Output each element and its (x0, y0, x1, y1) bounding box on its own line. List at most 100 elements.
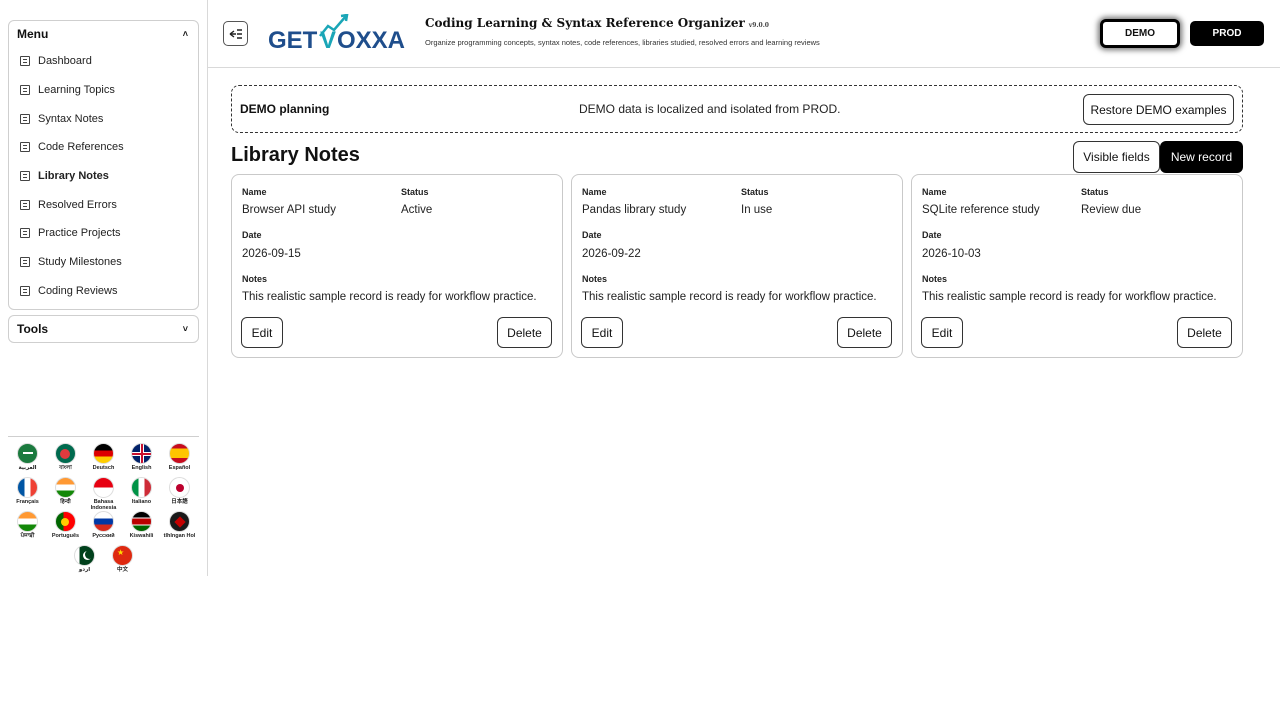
svg-text:GET: GET (268, 27, 318, 54)
status-label: Status (741, 187, 769, 197)
banner-title: DEMO planning (240, 102, 330, 116)
delete-button[interactable]: Delete (497, 317, 552, 348)
name-label: Name (242, 187, 267, 197)
language-selector: العربية বাংলা Deutsch English Español Fr… (8, 436, 199, 579)
kenya-flag-icon (131, 511, 152, 532)
language-portuguese[interactable]: Português (47, 511, 85, 545)
language-japanese[interactable]: 日本語 (161, 477, 199, 511)
sidebar-item-coding-reviews[interactable]: Coding Reviews (9, 277, 198, 306)
name-label: Name (922, 187, 947, 197)
svg-text:OXXA: OXXA (337, 27, 405, 54)
edit-button[interactable]: Edit (241, 317, 283, 348)
language-russian[interactable]: Русский (85, 511, 123, 545)
prod-env-button[interactable]: PROD (1190, 21, 1264, 46)
menu-panel: Menu ˄ Dashboard Learning Topics Syntax … (8, 20, 199, 310)
visible-fields-button[interactable]: Visible fields (1073, 141, 1160, 173)
language-swahili[interactable]: Kiswahili (123, 511, 161, 545)
document-icon (20, 85, 30, 96)
france-flag-icon (17, 477, 38, 498)
document-icon (20, 113, 30, 124)
name-label: Name (582, 187, 607, 197)
menu-title: Menu (17, 27, 49, 41)
record-notes: This realistic sample record is ready fo… (922, 291, 1217, 303)
language-arabic[interactable]: العربية (9, 443, 47, 477)
date-label: Date (582, 230, 602, 240)
app-version: v9.0.0 (748, 22, 769, 29)
sidebar-item-library-notes[interactable]: Library Notes (9, 162, 198, 191)
date-label: Date (922, 230, 942, 240)
sidebar-item-label: Resolved Errors (38, 198, 117, 211)
record-card: Name Status Browser API study Active Dat… (231, 174, 563, 358)
sidebar: Menu ˄ Dashboard Learning Topics Syntax … (0, 0, 208, 576)
record-date: 2026-10-03 (922, 248, 981, 260)
date-label: Date (242, 230, 262, 240)
edit-button[interactable]: Edit (581, 317, 623, 348)
language-klingon[interactable]: tlhIngan Hol (161, 511, 199, 545)
new-record-button[interactable]: New record (1160, 141, 1243, 173)
app-subtitle: Organize programming concepts, syntax no… (425, 38, 820, 47)
demo-env-button[interactable]: DEMO (1100, 19, 1180, 48)
collapse-sidebar-button[interactable] (223, 21, 248, 46)
russia-flag-icon (93, 511, 114, 532)
delete-button[interactable]: Delete (1177, 317, 1232, 348)
pakistan-flag-icon (74, 545, 95, 566)
tools-title: Tools (17, 322, 49, 336)
sidebar-item-dashboard[interactable]: Dashboard (9, 47, 198, 76)
tools-panel[interactable]: Tools ˅ (8, 315, 199, 343)
document-icon (20, 228, 30, 239)
document-icon (20, 171, 30, 182)
language-urdu[interactable]: اردو (66, 545, 104, 579)
sidebar-item-study-milestones[interactable]: Study Milestones (9, 248, 198, 277)
sidebar-item-practice-projects[interactable]: Practice Projects (9, 219, 198, 248)
menu-header[interactable]: Menu ˄ (9, 21, 198, 47)
restore-demo-button[interactable]: Restore DEMO examples (1083, 94, 1234, 125)
document-icon (20, 257, 30, 268)
language-punjabi[interactable]: ਪੰਜਾਬੀ (9, 511, 47, 545)
chevron-down-icon: ˅ (182, 324, 188, 334)
sidebar-item-syntax-notes[interactable]: Syntax Notes (9, 104, 198, 133)
language-chinese[interactable]: ★ 中文 (104, 545, 142, 579)
record-name: Pandas library study (582, 204, 687, 216)
language-bengali[interactable]: বাংলা (47, 443, 85, 477)
klingon-flag-icon (169, 511, 190, 532)
record-card: Name Status SQLite reference study Revie… (911, 174, 1243, 358)
language-spanish[interactable]: Español (161, 443, 199, 477)
record-cards: Name Status Browser API study Active Dat… (231, 174, 1243, 358)
notes-label: Notes (922, 274, 948, 284)
sidebar-item-label: Learning Topics (38, 84, 115, 97)
language-hindi[interactable]: हिन्दी (47, 477, 85, 511)
japan-flag-icon (169, 477, 190, 498)
spain-flag-icon (169, 443, 190, 464)
sidebar-item-resolved-errors[interactable]: Resolved Errors (9, 190, 198, 219)
sidebar-item-label: Dashboard (38, 55, 92, 68)
language-italian[interactable]: Italiano (123, 477, 161, 511)
sidebar-item-label: Syntax Notes (38, 112, 104, 125)
app-title: Coding Learning & Syntax Reference Organ… (425, 16, 769, 30)
italy-flag-icon (131, 477, 152, 498)
language-french[interactable]: Français (9, 477, 47, 511)
collapse-sidebar-icon (229, 28, 242, 39)
sidebar-item-label: Code References (38, 141, 124, 154)
sidebar-item-learning-topics[interactable]: Learning Topics (9, 76, 198, 105)
language-english[interactable]: English (123, 443, 161, 477)
tools-header[interactable]: Tools ˅ (9, 316, 198, 342)
language-german[interactable]: Deutsch (85, 443, 123, 477)
record-notes: This realistic sample record is ready fo… (242, 291, 537, 303)
china-flag-icon: ★ (112, 545, 133, 566)
uk-flag-icon (131, 443, 152, 464)
notes-label: Notes (582, 274, 608, 284)
getvoxxa-logo: GET V OXXA (268, 13, 410, 54)
record-date: 2026-09-15 (242, 248, 301, 260)
portugal-flag-icon (55, 511, 76, 532)
edit-button[interactable]: Edit (921, 317, 963, 348)
language-indonesian[interactable]: Bahasa Indonesia (85, 477, 123, 511)
banner-message: DEMO data is localized and isolated from… (579, 102, 841, 116)
record-card: Name Status Pandas library study In use … (571, 174, 903, 358)
document-icon (20, 56, 30, 67)
record-status: Review due (1081, 204, 1142, 216)
sidebar-item-code-references[interactable]: Code References (9, 133, 198, 162)
top-bar: GET V OXXA Coding Learning & Syntax Refe… (208, 0, 1280, 68)
indonesia-flag-icon (93, 477, 114, 498)
sidebar-item-label: Coding Reviews (38, 284, 118, 297)
delete-button[interactable]: Delete (837, 317, 892, 348)
